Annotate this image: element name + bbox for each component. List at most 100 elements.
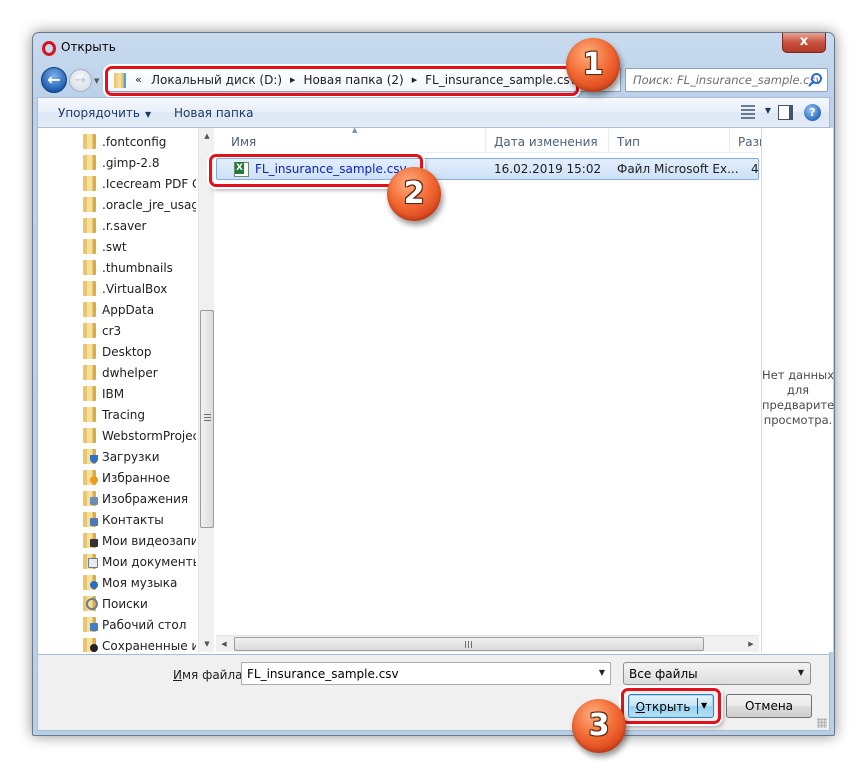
scroll-right-icon[interactable]: ▶ <box>743 636 759 653</box>
resize-grip-icon[interactable] <box>817 718 827 728</box>
sidebar-item[interactable]: AppData <box>83 299 154 320</box>
sidebar-item-label: Desktop <box>102 344 152 359</box>
sidebar-item-label: Изображения <box>102 491 189 506</box>
change-view-icon[interactable] <box>741 105 755 119</box>
view-options-dropdown[interactable]: ▼ <box>765 106 771 115</box>
folder-icon <box>83 260 96 275</box>
sidebar-item[interactable]: .oracle_jre_usage <box>83 194 196 215</box>
sidebar-item-label: dwhelper <box>102 365 158 380</box>
file-row[interactable]: FL_insurance_sample.csv 16.02.2019 15:02… <box>209 154 759 187</box>
scrollbar-thumb[interactable] <box>234 637 704 651</box>
breadcrumb-item[interactable]: FL_insurance_sample.csv <box>425 73 577 87</box>
organize-label: Упорядочить <box>58 106 140 120</box>
sidebar-item[interactable]: Мои документы <box>83 551 196 572</box>
sidebar-item[interactable]: dwhelper <box>83 362 158 383</box>
sidebar-item[interactable]: .r.saver <box>83 215 146 236</box>
open-button[interactable]: Открыть ▼ <box>628 694 714 718</box>
column-type[interactable]: Тип <box>609 128 730 153</box>
new-folder-button[interactable]: Новая папка <box>174 106 253 120</box>
grip-icon <box>465 641 473 648</box>
open-file-dialog: Открыть x ← → ▼ « Локальный диск (D:) ▶ … <box>32 32 835 736</box>
open-options-dropdown-icon[interactable]: ▼ <box>701 701 707 710</box>
chevron-down-icon[interactable]: ▼ <box>599 668 605 677</box>
sidebar-item[interactable]: .thumbnails <box>83 257 173 278</box>
folder-icon <box>83 386 96 401</box>
breadcrumb-item[interactable]: Новая папка (2) <box>303 73 403 87</box>
scrollbar-thumb[interactable] <box>200 310 214 528</box>
help-icon[interactable]: ? <box>804 104 821 121</box>
sidebar-item[interactable]: Поиски <box>83 593 148 614</box>
address-bar[interactable]: « Локальный диск (D:) ▶ Новая папка (2) … <box>107 68 600 92</box>
sidebar-item-label: Сохраненные игры <box>102 638 196 653</box>
access-key: И <box>173 668 182 682</box>
preview-message: Нет данных для предварительного просмотр… <box>762 368 834 427</box>
column-name[interactable]: Имя <box>216 128 486 153</box>
breadcrumb: Локальный диск (D:) ▶ Новая папка (2) ▶ … <box>151 73 577 87</box>
music-folder-icon <box>83 575 98 590</box>
navigation-pane: .fontconfig .gimp-2.8 .Icecream PDF Co .ora… <box>38 128 196 652</box>
desktop-folder-icon <box>83 617 98 632</box>
organize-button[interactable]: Упорядочить ▼ <box>58 106 151 120</box>
sidebar-item[interactable]: Tracing <box>83 404 145 425</box>
breadcrumb-separator-icon[interactable]: ▶ <box>412 76 417 84</box>
sidebar-item[interactable]: IBM <box>83 383 124 404</box>
sidebar-item[interactable]: .VirtualBox <box>83 278 167 299</box>
forward-button[interactable]: → <box>69 69 92 92</box>
sidebar-item-label: Загрузки <box>102 449 160 464</box>
overflow-chevron[interactable]: « <box>135 73 142 86</box>
sidebar-item-label: WebstormProject <box>102 428 196 443</box>
scroll-down-icon[interactable]: ▼ <box>199 636 215 652</box>
sidebar-item[interactable]: .Icecream PDF Co <box>83 173 196 194</box>
sidebar-item[interactable]: Избранное <box>83 467 170 488</box>
folder-icon <box>83 281 96 296</box>
sidebar-item-label: .oracle_jre_usage <box>102 197 196 212</box>
folder-icon <box>83 218 96 233</box>
file-type-filter-select[interactable]: Все файлы ▼ <box>623 662 811 685</box>
pictures-folder-icon <box>83 491 98 506</box>
scroll-left-icon[interactable]: ◀ <box>216 636 232 653</box>
open-label-text: ткрыть <box>645 700 691 714</box>
search-icon <box>811 73 822 84</box>
sidebar-item[interactable]: Мои видеозаписи <box>83 530 196 551</box>
sidebar-item[interactable]: Рабочий стол <box>83 614 186 635</box>
back-button[interactable]: ← <box>41 67 67 93</box>
sidebar-item[interactable]: Desktop <box>83 341 152 362</box>
search-input[interactable]: Поиск: FL_insurance_sample.csv <box>625 68 828 92</box>
arrow-left-icon: ← <box>47 70 61 89</box>
sidebar-item[interactable]: .fontconfig <box>83 131 166 152</box>
close-button[interactable]: x <box>782 33 826 53</box>
horizontal-scrollbar[interactable]: ◀ ▶ <box>216 635 759 652</box>
folder-icon <box>83 428 96 443</box>
searches-folder-icon <box>83 596 98 611</box>
breadcrumb-item[interactable]: Локальный диск (D:) <box>151 73 282 87</box>
filename-input[interactable]: FL_insurance_sample.csv ▼ <box>241 662 611 685</box>
sidebar-item[interactable]: Контакты <box>83 509 164 530</box>
breadcrumb-separator-icon[interactable]: ▶ <box>290 76 295 84</box>
cancel-button[interactable]: Отмена <box>726 694 812 718</box>
recent-locations-dropdown[interactable]: ▼ <box>94 77 100 85</box>
filename-value: FL_insurance_sample.csv <box>247 667 399 681</box>
sidebar-item-label: Мои документы <box>102 554 196 569</box>
folder-icon <box>83 365 96 380</box>
sidebar-item[interactable]: .swt <box>83 236 127 257</box>
column-date-modified[interactable]: Дата изменения <box>486 128 609 153</box>
downloads-folder-icon <box>83 449 98 464</box>
folder-icon <box>83 155 96 170</box>
window-title: Открыть <box>61 40 116 54</box>
preview-pane-toggle-icon[interactable] <box>778 105 793 120</box>
sidebar-item[interactable]: .gimp-2.8 <box>83 152 160 173</box>
sidebar-item[interactable]: WebstormProject <box>83 425 196 446</box>
sidebar-item[interactable]: Сохраненные игры <box>83 635 196 652</box>
sidebar-item[interactable]: Загрузки <box>83 446 160 467</box>
sidebar-item[interactable]: cr3 <box>83 320 121 341</box>
step-badge-1: 1 <box>566 38 620 92</box>
navigation-pane-scrollbar[interactable]: ▲ ▼ <box>198 128 214 652</box>
folder-icon <box>83 197 96 212</box>
title-bar[interactable]: Открыть x <box>33 33 834 63</box>
scroll-up-icon[interactable]: ▲ <box>199 128 215 144</box>
sidebar-item[interactable]: Изображения <box>83 488 188 509</box>
step-badge-3: 3 <box>572 699 626 753</box>
file-name[interactable]: FL_insurance_sample.csv <box>255 162 407 176</box>
file-date: 16.02.2019 15:02 <box>494 162 602 176</box>
sidebar-item[interactable]: Моя музыка <box>83 572 177 593</box>
